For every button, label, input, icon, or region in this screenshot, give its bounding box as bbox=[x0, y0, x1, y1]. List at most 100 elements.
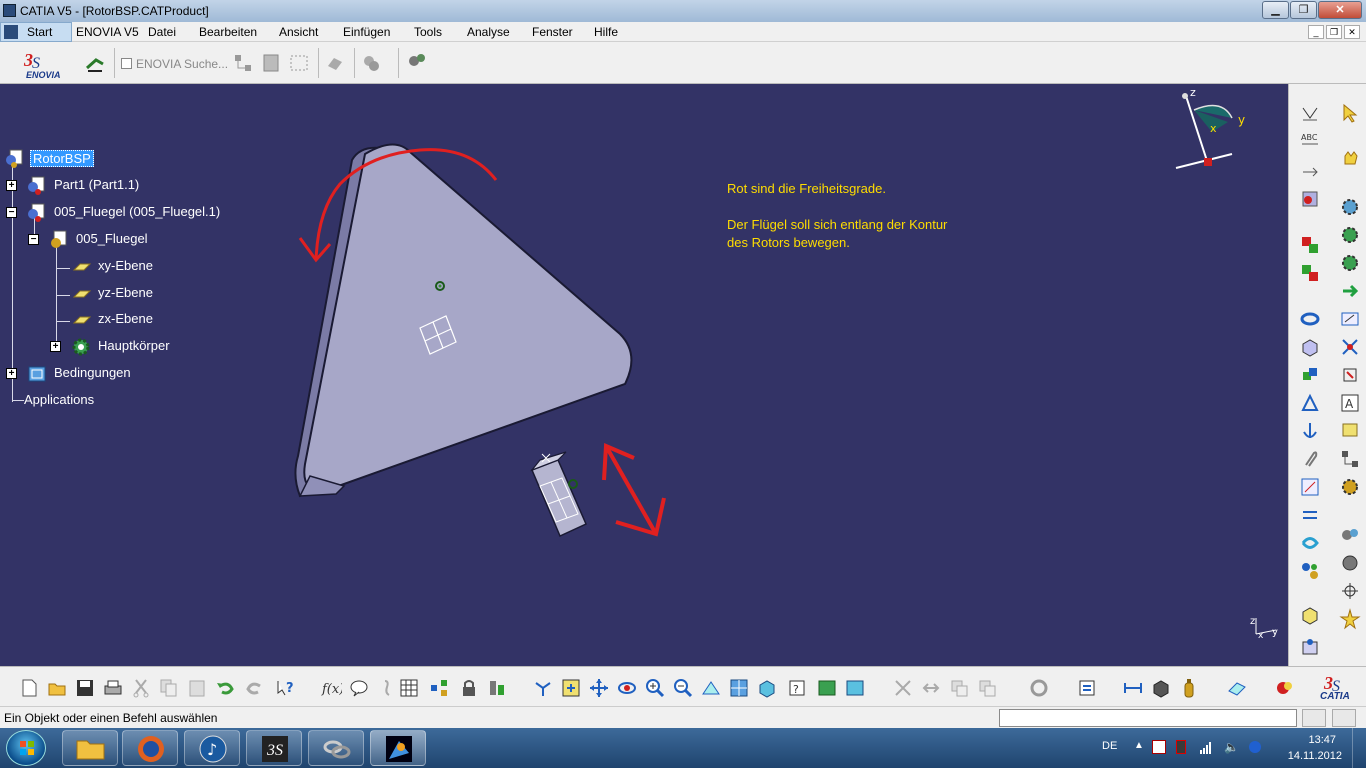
measure-icon[interactable] bbox=[1299, 476, 1321, 498]
refresh-link-icon[interactable] bbox=[324, 52, 346, 74]
whats-this-help-icon[interactable]: ? bbox=[274, 677, 296, 699]
component-copy-icon[interactable] bbox=[1299, 234, 1321, 256]
sketch-icon[interactable] bbox=[1299, 102, 1321, 124]
taskbar-catia-active[interactable] bbox=[370, 730, 426, 766]
multi-gear-icon[interactable] bbox=[1299, 560, 1321, 582]
network-signal-icon[interactable] bbox=[1200, 740, 1214, 754]
doc-close-button[interactable]: ✕ bbox=[1344, 25, 1360, 39]
constraint-link-icon[interactable] bbox=[1299, 308, 1321, 330]
tree-label-applications[interactable]: Applications bbox=[24, 392, 94, 407]
analysis-icon[interactable] bbox=[976, 677, 998, 699]
compass-widget[interactable] bbox=[1175, 93, 1233, 169]
replace-component-icon[interactable] bbox=[1299, 262, 1321, 284]
doc-minimize-button[interactable]: _ bbox=[1308, 25, 1324, 39]
exchange-icon[interactable] bbox=[1076, 677, 1098, 699]
taskbar-network-app[interactable] bbox=[308, 730, 364, 766]
taskbar-itunes[interactable]: ♪ bbox=[184, 730, 240, 766]
inertia-icon[interactable] bbox=[948, 677, 970, 699]
new-document-icon[interactable] bbox=[18, 677, 40, 699]
zoom-out-icon[interactable] bbox=[672, 677, 694, 699]
tree-label-part1[interactable]: Part1 (Part1.1) bbox=[54, 177, 139, 192]
zoom-in-icon[interactable] bbox=[644, 677, 666, 699]
menu-bearbeiten[interactable]: Bearbeiten bbox=[199, 25, 257, 39]
tree-label-yz-plane[interactable]: yz-Ebene bbox=[98, 285, 153, 300]
enovia-search-label[interactable]: ENOVIA Suche... bbox=[136, 57, 228, 71]
abc-text-icon[interactable]: ABC bbox=[1299, 130, 1321, 152]
volume-icon[interactable]: 🔈 bbox=[1224, 740, 1239, 754]
comment-bubble-icon[interactable] bbox=[348, 677, 370, 699]
cycle-icon[interactable] bbox=[1299, 532, 1321, 554]
iso-view-icon[interactable] bbox=[756, 677, 778, 699]
taskbar-firefox[interactable] bbox=[122, 730, 178, 766]
frame-select-icon[interactable] bbox=[288, 52, 310, 74]
start-menu-icon[interactable] bbox=[4, 25, 18, 39]
tree-label-rotorbsp[interactable]: RotorBSP bbox=[30, 150, 94, 167]
show-desktop-button[interactable] bbox=[1352, 728, 1366, 768]
catalog-icon[interactable] bbox=[428, 677, 450, 699]
paste-icon[interactable] bbox=[186, 677, 208, 699]
tree-label-005-fluegel-instance[interactable]: 005_Fluegel (005_Fluegel.1) bbox=[54, 204, 220, 219]
table-grid-icon[interactable] bbox=[398, 677, 420, 699]
update-gear-icon[interactable] bbox=[1339, 224, 1361, 246]
language-indicator[interactable]: DE bbox=[1102, 740, 1117, 752]
measure-between-icon[interactable] bbox=[892, 677, 914, 699]
enovia-connect-icon[interactable] bbox=[84, 52, 106, 74]
cube-insert-icon[interactable] bbox=[1299, 604, 1321, 626]
expand-button[interactable]: + bbox=[6, 368, 17, 379]
distance-icon[interactable] bbox=[1122, 677, 1144, 699]
open-folder-icon[interactable] bbox=[46, 677, 68, 699]
status-button-2[interactable] bbox=[1332, 709, 1356, 727]
rotor-part[interactable] bbox=[294, 143, 633, 498]
lock-icon[interactable] bbox=[458, 677, 480, 699]
windows-start-button[interactable] bbox=[6, 730, 46, 766]
catalog-book-icon[interactable] bbox=[1226, 677, 1248, 699]
anchor-icon[interactable] bbox=[1299, 420, 1321, 442]
doc-restore-button[interactable]: ❐ bbox=[1326, 25, 1342, 39]
tree-structure-icon[interactable] bbox=[232, 52, 254, 74]
snap-icon[interactable] bbox=[1299, 364, 1321, 386]
3d-viewport[interactable]: z x y z x y RotorBSP + Part1 (Part1.1) −… bbox=[0, 84, 1288, 666]
annotation-text-icon[interactable]: A bbox=[1339, 392, 1361, 414]
update-icon[interactable] bbox=[1028, 677, 1050, 699]
design-table-icon[interactable] bbox=[376, 677, 398, 699]
fix-constraint-icon[interactable] bbox=[1299, 392, 1321, 414]
tree-label-zx-plane[interactable]: zx-Ebene bbox=[98, 311, 153, 326]
pan-icon[interactable] bbox=[588, 677, 610, 699]
catia-app-icon[interactable] bbox=[3, 4, 16, 17]
hide-show-icon[interactable] bbox=[816, 677, 838, 699]
formula-icon[interactable]: f(x) bbox=[320, 677, 344, 699]
bottle-icon[interactable] bbox=[1178, 677, 1200, 699]
scene-icon[interactable] bbox=[1339, 364, 1361, 386]
clash-icon[interactable] bbox=[1339, 336, 1361, 358]
structure-icon[interactable] bbox=[1339, 448, 1361, 470]
expand-button[interactable]: + bbox=[6, 180, 17, 191]
clock-time[interactable]: 13:47 bbox=[1308, 734, 1336, 746]
redo-icon[interactable] bbox=[244, 677, 266, 699]
collapse-button[interactable]: − bbox=[28, 234, 39, 245]
document-properties-icon[interactable] bbox=[260, 52, 282, 74]
tool-set-icon[interactable] bbox=[1339, 524, 1361, 546]
taskbar-explorer[interactable] bbox=[62, 730, 118, 766]
action-center-icon[interactable] bbox=[1152, 740, 1166, 754]
undo-icon[interactable] bbox=[214, 677, 236, 699]
star-gear-icon[interactable] bbox=[1339, 608, 1361, 630]
pointer-line-icon[interactable] bbox=[1299, 158, 1321, 180]
gears-icon[interactable] bbox=[406, 50, 428, 72]
tray-expand-icon[interactable]: ▲ bbox=[1134, 740, 1144, 751]
print-icon[interactable] bbox=[102, 677, 124, 699]
tree-label-bedingungen[interactable]: Bedingungen bbox=[54, 365, 131, 380]
bluetooth-icon[interactable] bbox=[1248, 740, 1262, 754]
menu-einfuegen[interactable]: Einfügen bbox=[343, 25, 390, 39]
menu-tools[interactable]: Tools bbox=[414, 25, 442, 39]
existing-component-icon[interactable] bbox=[1339, 252, 1361, 274]
menu-fenster[interactable]: Fenster bbox=[532, 25, 573, 39]
status-button-1[interactable] bbox=[1302, 709, 1326, 727]
part-design-icon[interactable] bbox=[1150, 677, 1172, 699]
crosshair-icon[interactable] bbox=[1339, 580, 1361, 602]
close-button[interactable]: ✕ bbox=[1318, 1, 1362, 19]
flag-note-icon[interactable] bbox=[1339, 420, 1361, 442]
collapse-button[interactable]: − bbox=[6, 207, 17, 218]
menu-analyse[interactable]: Analyse bbox=[467, 25, 510, 39]
mechanism-icon[interactable] bbox=[1339, 552, 1361, 574]
render-style-icon[interactable]: ? bbox=[786, 677, 808, 699]
